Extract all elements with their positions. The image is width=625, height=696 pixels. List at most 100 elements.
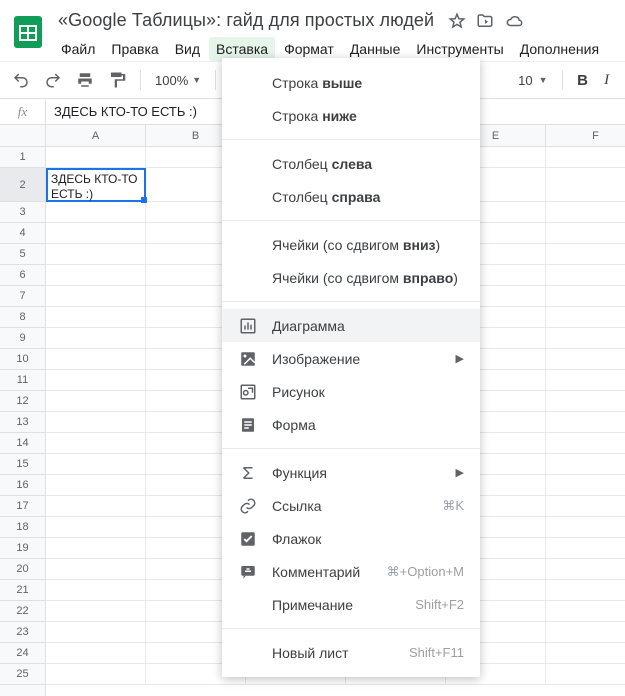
row-header-4[interactable]: 4 [0,223,45,244]
menu-item[interactable]: ПримечаниеShift+F2 [222,588,480,621]
menu-item[interactable]: Ячейки (со сдвигом вниз) [222,228,480,261]
menu-дополнения[interactable]: Дополнения [513,37,606,61]
undo-button[interactable] [8,67,34,93]
doc-title[interactable]: «Google Таблицы»: гайд для простых людей [54,8,438,33]
move-icon[interactable] [476,12,494,30]
cell-A20[interactable] [46,559,146,580]
cell-F5[interactable] [546,244,625,265]
cell-A5[interactable] [46,244,146,265]
cloud-icon[interactable] [504,12,524,30]
print-button[interactable] [72,67,98,93]
row-header-22[interactable]: 22 [0,601,45,622]
cell-F12[interactable] [546,391,625,412]
cell-F19[interactable] [546,538,625,559]
cell-A24[interactable] [46,643,146,664]
cell-F15[interactable] [546,454,625,475]
cell-A12[interactable] [46,391,146,412]
cell-F9[interactable] [546,328,625,349]
cell-F18[interactable] [546,517,625,538]
cell-A8[interactable] [46,307,146,328]
row-header-24[interactable]: 24 [0,643,45,664]
formula-input[interactable]: ЗДЕСЬ КТО-ТО ЕСТЬ :) [46,104,197,119]
row-header-18[interactable]: 18 [0,517,45,538]
bold-button[interactable]: B [573,72,593,89]
row-header-1[interactable]: 1 [0,147,45,168]
cell-A7[interactable] [46,286,146,307]
cell-A15[interactable] [46,454,146,475]
select-all-corner[interactable] [0,125,46,147]
cell-A17[interactable] [46,496,146,517]
cell-A18[interactable] [46,517,146,538]
star-icon[interactable] [448,12,466,30]
cell-A16[interactable] [46,475,146,496]
cell-F2[interactable] [546,168,625,202]
cell-A21[interactable] [46,580,146,601]
row-header-3[interactable]: 3 [0,202,45,223]
paint-format-button[interactable] [104,67,130,93]
cell-F7[interactable] [546,286,625,307]
row-header-9[interactable]: 9 [0,328,45,349]
menu-item[interactable]: Форма [222,408,480,441]
row-header-12[interactable]: 12 [0,391,45,412]
cell-A25[interactable] [46,664,146,685]
menu-item[interactable]: Ссылка⌘K [222,489,480,522]
row-header-11[interactable]: 11 [0,370,45,391]
row-header-15[interactable]: 15 [0,454,45,475]
row-header-5[interactable]: 5 [0,244,45,265]
cell-A9[interactable] [46,328,146,349]
menu-item[interactable]: Флажок [222,522,480,555]
cell-A10[interactable] [46,349,146,370]
cell-F24[interactable] [546,643,625,664]
cell-A19[interactable] [46,538,146,559]
menu-item[interactable]: Строка ниже [222,99,480,132]
cell-F4[interactable] [546,223,625,244]
row-header-17[interactable]: 17 [0,496,45,517]
cell-F21[interactable] [546,580,625,601]
sheets-logo[interactable] [8,12,48,52]
cell-F16[interactable] [546,475,625,496]
row-header-7[interactable]: 7 [0,286,45,307]
row-header-16[interactable]: 16 [0,475,45,496]
cell-F22[interactable] [546,601,625,622]
col-header-A[interactable]: A [46,125,146,146]
menu-item[interactable]: Ячейки (со сдвигом вправо) [222,261,480,294]
cell-F13[interactable] [546,412,625,433]
zoom-select[interactable]: 100%▼ [151,73,205,88]
cell-A22[interactable] [46,601,146,622]
row-header-6[interactable]: 6 [0,265,45,286]
row-header-10[interactable]: 10 [0,349,45,370]
cell-F11[interactable] [546,370,625,391]
italic-button[interactable]: I [599,72,615,89]
cell-A23[interactable] [46,622,146,643]
cell-F10[interactable] [546,349,625,370]
menu-item[interactable]: Функция▶ [222,456,480,489]
menu-item[interactable]: Новый листShift+F11 [222,636,480,669]
cell-F3[interactable] [546,202,625,223]
cell-A11[interactable] [46,370,146,391]
menu-item[interactable]: Столбец слева [222,147,480,180]
menu-item[interactable]: Столбец справа [222,180,480,213]
menu-item[interactable]: Строка выше [222,66,480,99]
col-header-F[interactable]: F [546,125,625,146]
row-header-14[interactable]: 14 [0,433,45,454]
menu-item[interactable]: Изображение▶ [222,342,480,375]
cell-F8[interactable] [546,307,625,328]
row-header-19[interactable]: 19 [0,538,45,559]
row-header-21[interactable]: 21 [0,580,45,601]
row-header-8[interactable]: 8 [0,307,45,328]
cell-F14[interactable] [546,433,625,454]
cell-A13[interactable] [46,412,146,433]
row-header-25[interactable]: 25 [0,664,45,685]
menu-вид[interactable]: Вид [168,37,207,61]
font-size-select[interactable]: 10▼ [514,73,551,88]
cell-A14[interactable] [46,433,146,454]
cell-F23[interactable] [546,622,625,643]
cell-F17[interactable] [546,496,625,517]
cell-A3[interactable] [46,202,146,223]
menu-item[interactable]: Рисунок [222,375,480,408]
menu-файл[interactable]: Файл [54,37,102,61]
menu-item[interactable]: Комментарий⌘+Option+M [222,555,480,588]
row-header-13[interactable]: 13 [0,412,45,433]
cell-A6[interactable] [46,265,146,286]
cell-A1[interactable] [46,147,146,168]
